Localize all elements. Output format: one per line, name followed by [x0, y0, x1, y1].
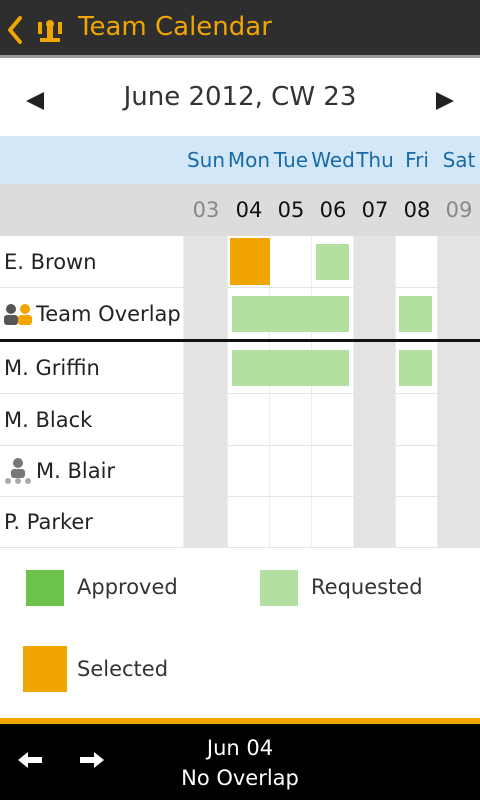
date-header: 03 04 05 06 07 08 09 [0, 184, 480, 236]
overlap-status-label: No Overlap [181, 766, 299, 790]
member-name: Team Overlap [36, 302, 181, 326]
weekday-label: Mon [227, 148, 271, 172]
member-name: P. Parker [4, 510, 93, 534]
back-icon[interactable] [4, 14, 26, 46]
date-label[interactable]: 08 [395, 198, 439, 222]
period-navigator: June 2012, CW 23 [0, 58, 480, 136]
member-name: M. Black [4, 408, 93, 432]
requested-overlap-block[interactable] [399, 296, 432, 332]
date-label[interactable]: 09 [437, 198, 480, 222]
legend: Approved Requested Selected [0, 548, 480, 720]
member-name: M. Blair [36, 459, 116, 483]
weekday-label: Tue [273, 148, 309, 172]
app-icon [38, 20, 62, 42]
requested-swatch [260, 570, 298, 606]
next-week-button[interactable] [436, 92, 454, 110]
calendar-grid: E. Brown Team Overlap M. Griffin M. Blac… [0, 236, 480, 548]
requested-absence-block[interactable] [399, 350, 432, 386]
member-name: E. Brown [4, 250, 97, 274]
member-row[interactable]: M. Griffin [0, 342, 480, 394]
requested-overlap-block[interactable] [232, 296, 349, 332]
requested-absence-block[interactable] [232, 350, 349, 386]
team-icon [4, 304, 32, 325]
weekday-label: Fri [405, 148, 429, 172]
title-bar: Team Calendar [0, 0, 480, 58]
date-label[interactable]: 04 [227, 198, 271, 222]
legend-requested-label: Requested [311, 575, 423, 599]
date-label[interactable]: 03 [184, 198, 228, 222]
legend-approved-label: Approved [77, 575, 178, 599]
weekday-label: Sat [442, 148, 476, 172]
page-title: Team Calendar [78, 12, 272, 42]
bottom-status-bar: Jun 04 No Overlap [0, 724, 480, 800]
member-row[interactable]: E. Brown [0, 236, 480, 288]
date-label[interactable]: 05 [269, 198, 313, 222]
weekday-label: Thu [356, 148, 394, 172]
weekday-header: Sun Mon Tue Wed Thu Fri Sat [0, 136, 480, 184]
member-row[interactable]: M. Blair [0, 445, 480, 497]
selected-day-block[interactable] [230, 238, 270, 285]
period-label: June 2012, CW 23 [123, 82, 357, 112]
selected-swatch [23, 646, 67, 692]
date-label[interactable]: 06 [311, 198, 355, 222]
substitute-icon [5, 458, 31, 484]
legend-selected-label: Selected [77, 657, 169, 681]
weekday-label: Sun [186, 148, 226, 172]
member-row[interactable]: M. Black [0, 394, 480, 446]
team-overlap-row[interactable]: Team Overlap [0, 288, 480, 340]
member-name-cell: M. Black [0, 394, 183, 446]
member-name-cell: M. Blair [0, 445, 183, 497]
requested-absence-block[interactable] [316, 244, 349, 280]
member-name: M. Griffin [4, 356, 100, 380]
date-label[interactable]: 07 [353, 198, 397, 222]
member-name-cell: E. Brown [0, 236, 183, 288]
member-name-cell: P. Parker [0, 496, 183, 548]
selected-date-label: Jun 04 [206, 736, 274, 760]
member-name-cell: M. Griffin [0, 342, 183, 394]
member-name-cell: Team Overlap [0, 288, 183, 340]
weekday-label: Wed [311, 148, 355, 172]
member-row[interactable]: P. Parker [0, 496, 480, 548]
approved-swatch [26, 570, 64, 606]
